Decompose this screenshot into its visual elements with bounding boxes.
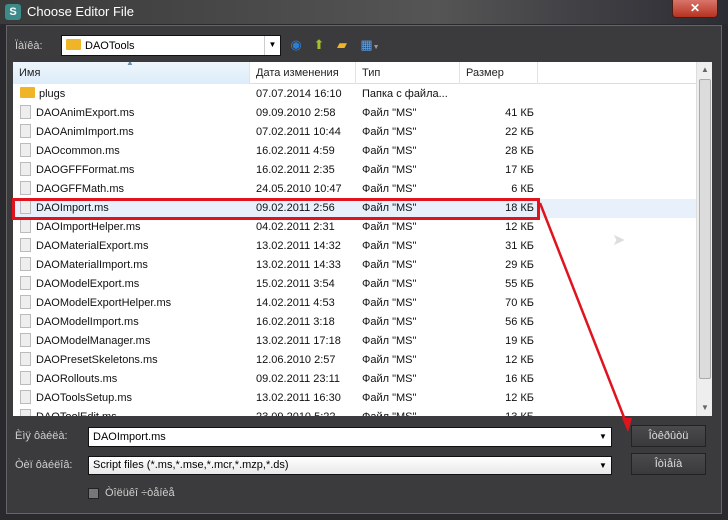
open-button[interactable]: Îòêðûòü [631,425,706,447]
readonly-label: Òîëüêî ÷òåíèå [105,487,175,499]
filetype-value: Script files (*.ms,*.mse,*.mcr,*.mzp,*.d… [93,459,289,471]
chevron-down-icon[interactable]: ▼ [595,457,611,474]
filename-input[interactable]: DAOImport.ms ▼ [88,427,612,447]
filename-label: Èìÿ ôàéëà: [15,430,68,442]
filename-value: DAOImport.ms [93,431,166,443]
cancel-button[interactable]: Îòìåíà [631,453,706,475]
mouse-cursor-icon: ➤ [612,232,626,249]
chevron-down-icon[interactable]: ▼ [595,428,611,446]
filetype-label: Òèï ôàéëîâ: [15,459,73,471]
readonly-checkbox[interactable] [88,488,99,499]
filetype-dropdown[interactable]: Script files (*.ms,*.mse,*.mcr,*.mzp,*.d… [88,456,612,475]
